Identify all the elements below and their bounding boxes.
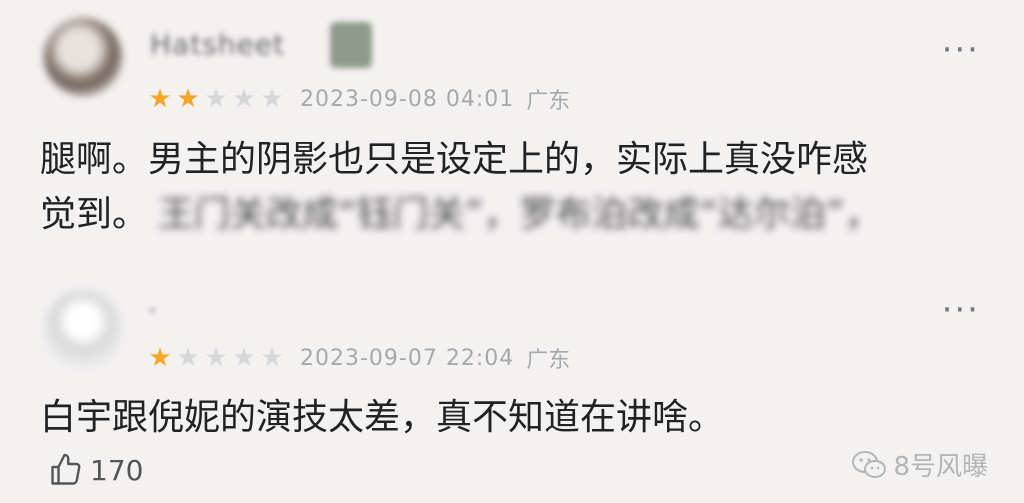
comment-date: 2023-09-07 22:04 <box>300 345 515 371</box>
comment-date: 2023-09-08 04:01 <box>300 86 515 112</box>
star-rating: ★ ★ ★ ★ ★ <box>146 86 286 112</box>
avatar[interactable] <box>44 18 122 96</box>
star-icon: ★ <box>204 84 228 114</box>
comment-location: 广东 <box>526 89 571 114</box>
star-icon: ★ <box>176 343 200 373</box>
more-dots-icon[interactable]: ··· <box>942 293 980 327</box>
comment-text-segment: 觉到。 <box>40 194 149 235</box>
star-icon: ★ <box>148 343 172 373</box>
comment-text-line: 腿啊。男主的阴影也只是设定上的，实际上真没咋感 <box>40 139 869 180</box>
star-icon: ★ <box>148 84 172 114</box>
star-icon: ★ <box>260 84 284 114</box>
comment-text-line: 觉到。 王门关改成“钰门关”，罗布泊改成“达尔泊”， <box>40 187 881 242</box>
comment-location: 广东 <box>526 348 571 373</box>
comment-text: 白宇跟倪妮的演技太差，真不知道在讲啥。 <box>40 397 725 438</box>
watermark-text: 8号风曝 <box>893 452 988 482</box>
comment-item: Hatsheet ··· ★ ★ ★ ★ ★ 2023-09-08 04:01 … <box>0 0 1024 268</box>
like-count: 170 <box>90 453 144 487</box>
watermark: 8号风曝 <box>851 446 988 483</box>
comment-text: 腿啊。男主的阴影也只是设定上的，实际上真没咋感 觉到。 王门关改成“钰门关”，罗… <box>40 132 881 242</box>
blurred-text: 王门关改成“钰门关”，罗布泊改成“达尔泊”， <box>158 194 881 235</box>
star-rating: ★ ★ ★ ★ ★ <box>146 345 286 371</box>
thumbs-up-icon <box>51 453 81 485</box>
avatar[interactable] <box>44 290 122 368</box>
like-button[interactable]: 170 <box>48 452 143 488</box>
more-dots-icon[interactable]: ··· <box>942 33 980 67</box>
user-badge-icon <box>330 22 372 68</box>
username[interactable]: Hatsheet <box>150 28 285 61</box>
comment-meta: ★ ★ ★ ★ ★ 2023-09-08 04:01 广东 <box>146 83 570 115</box>
comment-meta: ★ ★ ★ ★ ★ 2023-09-07 22:04 广东 <box>146 342 570 374</box>
username[interactable]: · <box>148 294 158 327</box>
star-icon: ★ <box>176 84 200 114</box>
star-icon: ★ <box>260 343 284 373</box>
star-icon: ★ <box>232 343 256 373</box>
wechat-icon <box>852 450 887 478</box>
star-icon: ★ <box>232 84 256 114</box>
star-icon: ★ <box>204 343 228 373</box>
